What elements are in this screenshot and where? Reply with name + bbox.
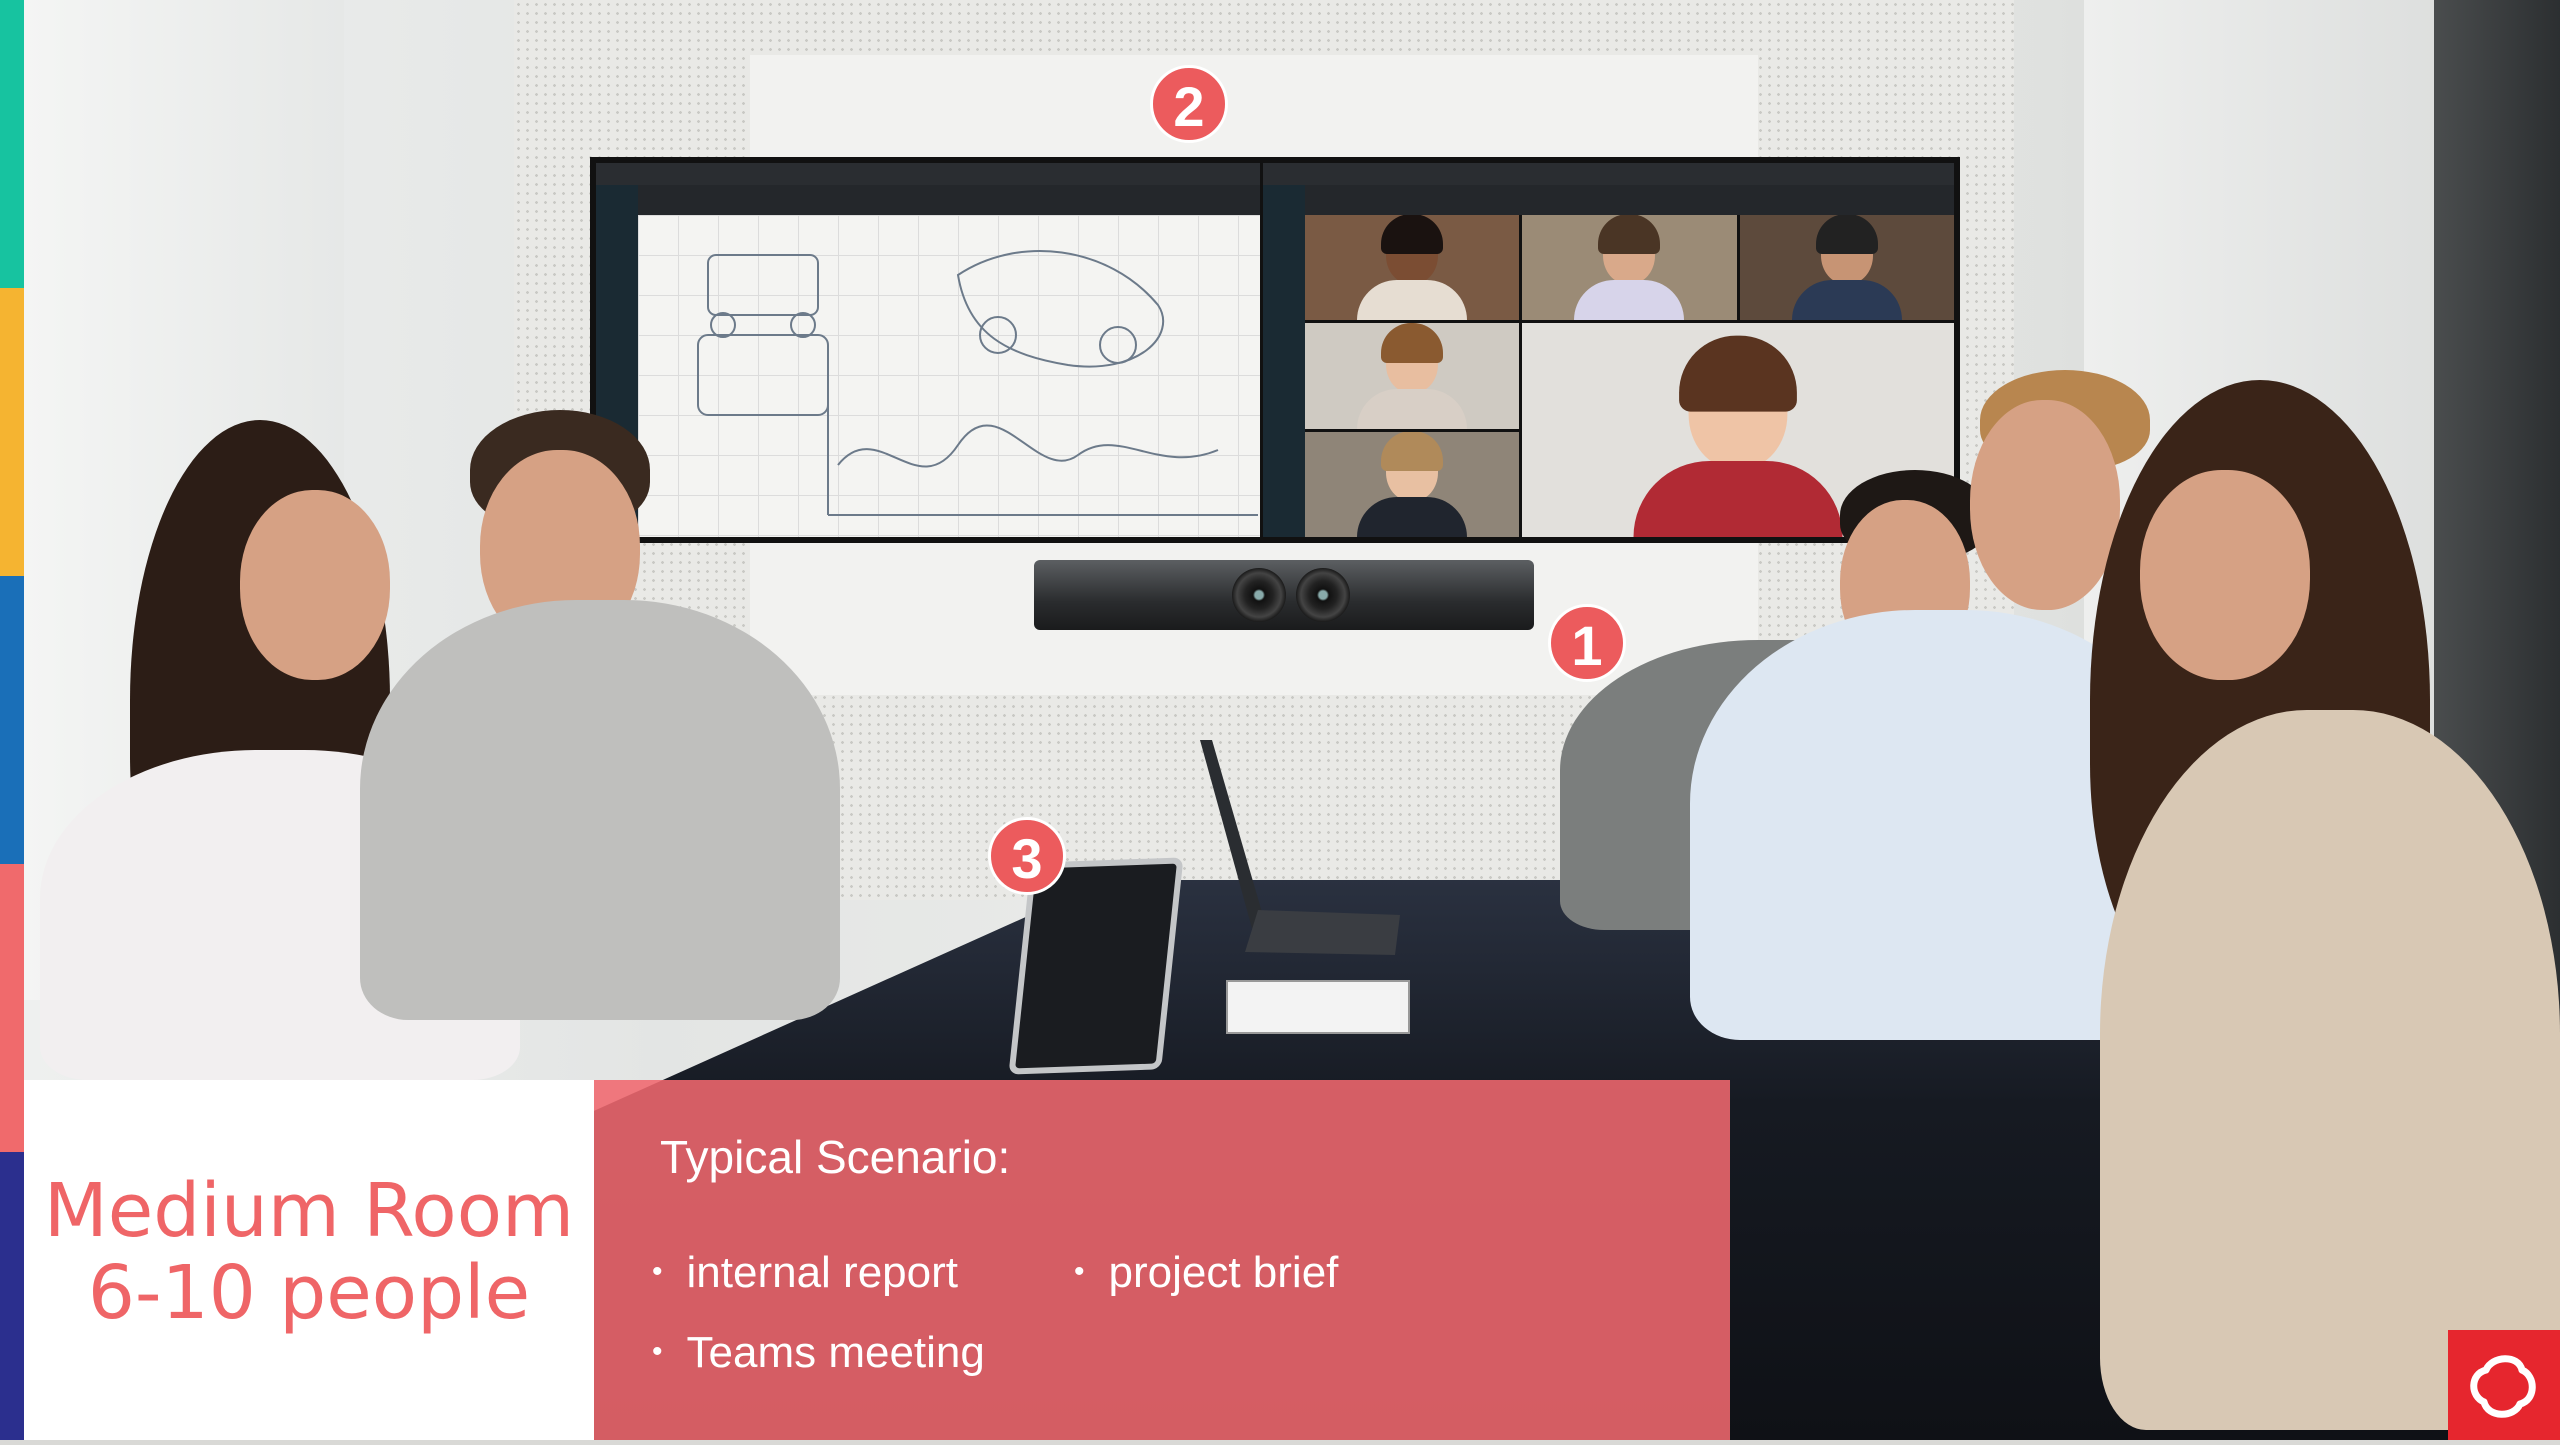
scenario-item-label: project brief — [1108, 1248, 1339, 1297]
video-bar-camera — [1034, 560, 1534, 630]
table-connect-box — [1226, 980, 1410, 1034]
meeting-toolbar — [1263, 185, 1954, 216]
participant-tile — [1522, 215, 1737, 321]
shared-engineering-sketch — [638, 215, 1284, 537]
callout-badge-3: 3 — [988, 817, 1066, 895]
participant-tile — [1739, 215, 1954, 321]
participant-tile — [1305, 323, 1520, 429]
camera-lens — [1232, 568, 1286, 622]
brand-swirl-icon — [2470, 1355, 2536, 1418]
participant-tile — [1305, 431, 1520, 537]
meeting-top-bar — [1263, 163, 1954, 185]
vehicle-sketch-graphic — [697, 250, 1258, 516]
strip-segment-yellow — [0, 288, 24, 576]
meeting-toolbar — [596, 185, 1284, 216]
scenario-item-label: internal report — [686, 1248, 958, 1297]
bullet-icon: • — [652, 1335, 663, 1368]
room-title-line1: Medium Room — [43, 1168, 575, 1254]
meeting-sidebar — [1263, 185, 1305, 537]
scenario-item: • internal report — [652, 1248, 958, 1298]
bullet-icon: • — [652, 1255, 663, 1288]
scenario-item: • Teams meeting — [652, 1328, 985, 1378]
strip-segment-blue — [0, 576, 24, 864]
participant-tile — [1305, 215, 1520, 321]
display-left-content-share — [590, 157, 1290, 543]
room-title: Medium Room 6-10 people — [24, 1170, 594, 1334]
brand-logo — [2448, 1330, 2560, 1440]
strip-segment-coral — [0, 864, 24, 1152]
callout-badge-2: 2 — [1150, 65, 1228, 143]
scenario-item-label: Teams meeting — [686, 1328, 985, 1377]
color-strip — [0, 0, 24, 1440]
meeting-top-bar — [596, 163, 1284, 185]
strip-segment-navy — [0, 1152, 24, 1440]
display-right-video-grid — [1260, 157, 1960, 543]
camera-lens — [1296, 568, 1350, 622]
bullet-icon: • — [1074, 1255, 1085, 1288]
callout-badge-1: 1 — [1548, 604, 1626, 682]
strip-segment-teal — [0, 0, 24, 288]
scenario-heading: Typical Scenario: — [660, 1131, 1011, 1183]
room-title-line2: 6-10 people — [87, 1250, 531, 1336]
scenario-item: • project brief — [1074, 1248, 1338, 1298]
laptop — [1200, 740, 1400, 955]
